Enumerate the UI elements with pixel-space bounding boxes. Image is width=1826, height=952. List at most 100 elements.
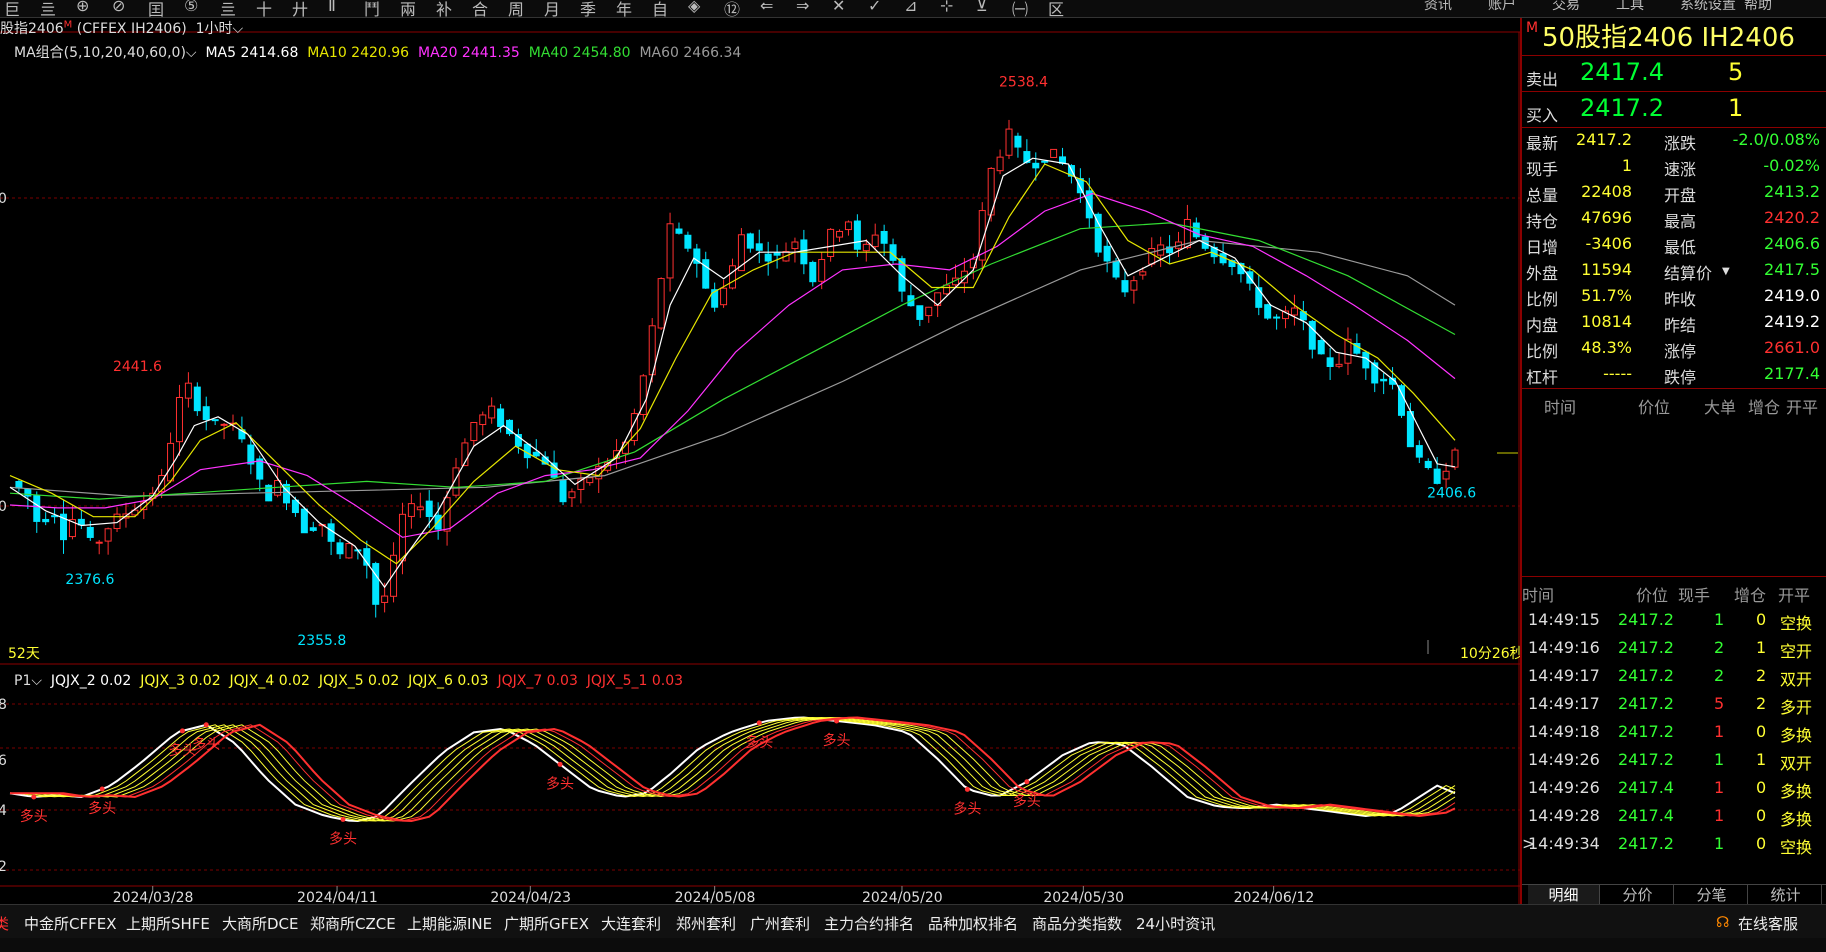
chart-area[interactable]: 0 0 8 6 4 2 2538.4 2441.6 2376.6 2355.8 2406.6 多头 多头… [0,18,1524,904]
toolbar: 巨 亖 ⊕ ⊘ 囯 ⑤ 亖 十 廾 Ⅱ 鬥 兩 补 合 周 月 季 年 自 ◈ ⑫ ⇐ ⇒ ✕ ✓ ⊿ ⊹ ⊻ ㈠ 区 资讯 账户 交易 工具 系统… [0,0,1826,18]
toolbar-icon[interactable]: 年 [616,0,632,17]
toolbar-icon[interactable]: ⊿ [904,0,917,15]
quote-label: 开盘 [1664,186,1697,205]
quote-label: 内盘 [1526,316,1559,335]
exchange-code: (CFFEX IH2406) [76,21,187,37]
exchange-tab[interactable]: 大商所DCE [222,913,299,934]
ask-row[interactable]: 卖出 2417.4 5 [1522,56,1826,92]
panel-tab[interactable]: 分价 [1602,885,1674,905]
toolbar-icon[interactable]: 合 [472,0,488,17]
candle-up [925,306,933,317]
exchange-tab[interactable]: 郑商所CZCE [310,913,396,934]
toolbar-menu-item[interactable]: 账户 [1488,0,1516,14]
toolbar-icon[interactable]: 周 [508,0,524,17]
tick-oi: 2 [1756,694,1767,713]
tick-time: 14:49:16 [1528,638,1600,657]
candle-down [1014,135,1022,148]
toolbar-icon[interactable]: 补 [436,0,452,17]
bid-qty: 1 [1728,94,1744,122]
toolbar-menu-item[interactable]: 资讯 [1424,0,1452,14]
toolbar-icon[interactable]: 廾 [292,0,308,17]
tick-volume: 2 [1714,666,1725,685]
toolbar-icon[interactable]: ⑤ [184,0,198,15]
toolbar-icon[interactable]: 巨 [4,0,20,17]
exchange-tab[interactable]: 大连套利 [601,913,661,934]
candle-up [345,543,353,559]
toolbar-icon[interactable]: ⑫ [724,0,740,17]
exchange-tab[interactable]: 上期所SHFE [126,913,210,934]
kline-chart[interactable]: 0086422538.42441.62376.62355.82406.6多头 多头… [0,18,1520,904]
tick-time: 14:49:34 [1528,834,1600,853]
toolbar-icon[interactable]: 十 [256,0,272,17]
ma-group-selector[interactable]: MA组合(5,10,20,40,60,0)⌵ [14,45,197,61]
chevron-down-icon[interactable]: ▼ [1722,266,1730,277]
toolbar-icon[interactable]: ✓ [868,0,881,15]
bid-row[interactable]: 买入 2417.2 1 [1522,92,1826,128]
indicator-axis-label: 2 [0,859,7,875]
quote-label: 速涨 [1664,160,1697,179]
contract-name[interactable]: 股指2406M (CFFEX IH2406) 1小时⌵ [0,18,243,38]
toolbar-icon[interactable]: ⇒ [796,0,809,15]
exchange-tab[interactable]: 广期所GFEX [504,913,589,934]
chevron-down-icon[interactable]: ⌵ [233,21,244,37]
tick-row[interactable]: 14:49:26 2417.2 1 1 双开 [1522,750,1826,778]
tick-row[interactable]: 14:49:15 2417.2 1 0 空换 [1522,610,1826,638]
toolbar-menu-item[interactable]: 系统设置 [1680,0,1736,14]
tick-row[interactable]: 14:49:18 2417.2 1 0 多换 [1522,722,1826,750]
panel-tab[interactable]: 分笔 [1676,885,1748,905]
category-tab[interactable]: 类 [0,913,9,934]
signal-label: 多头 [20,808,48,825]
toolbar-icon[interactable]: ⊕ [76,0,89,15]
toolbar-icon[interactable]: 囯 [148,0,164,17]
panel-tab[interactable]: 明细 [1528,885,1600,905]
toolbar-icon[interactable]: ⊘ [112,0,125,15]
tick-row[interactable]: 14:49:26 2417.4 1 0 多换 [1522,778,1826,806]
toolbar-icon[interactable]: ⊻ [976,0,988,15]
quote-label: 最高 [1664,212,1697,231]
exchange-tab[interactable]: 广州套利 [750,913,810,934]
exchange-tab[interactable]: 中金所CFFEX [24,913,116,934]
toolbar-icon[interactable]: 鬥 [364,0,380,17]
toolbar-icon[interactable]: ⇐ [760,0,773,15]
quote-label[interactable]: 结算价 [1664,260,1712,284]
toolbar-icon[interactable]: 兩 [400,0,416,17]
tick-row[interactable]: 14:49:28 2417.4 1 0 多换 [1522,806,1826,834]
toolbar-icon[interactable]: 亖 [40,0,56,17]
exchange-tab[interactable]: 24小时资讯 [1136,913,1215,934]
toolbar-icon[interactable]: 亖 [220,0,236,17]
panel-tab[interactable]: 统计 [1750,885,1822,905]
candle-down [42,518,50,523]
toolbar-icon[interactable]: ㈠ [1012,0,1028,17]
indicator-selector[interactable]: P1⌵ [14,673,42,689]
toolbar-icon[interactable]: 自 [652,0,668,17]
toolbar-icon[interactable]: 月 [544,0,560,17]
exchange-tab[interactable]: 郑州套利 [676,913,736,934]
signal-dot [834,718,840,724]
toolbar-icon[interactable]: ✕ [832,0,845,15]
tick-oi: 0 [1756,778,1767,797]
tick-row[interactable]: 14:49:17 2417.2 5 2 多开 [1522,694,1826,722]
headset-icon[interactable]: ☊ [1716,913,1729,931]
online-service-link[interactable]: 在线客服 [1738,913,1798,934]
toolbar-icon[interactable]: 区 [1048,0,1064,17]
toolbar-icon[interactable]: Ⅱ [328,0,336,15]
candle-down [523,443,531,459]
tick-row[interactable]: 14:49:34 2417.2 1 0 空换 [1522,834,1826,862]
exchange-tab[interactable]: 上期能源INE [407,913,492,934]
tick-row[interactable]: 14:49:17 2417.2 2 2 双开 [1522,666,1826,694]
toolbar-menu-item[interactable]: 帮助 [1744,0,1772,14]
toolbar-icon[interactable]: ◈ [688,0,700,15]
quote-value: 1 [1621,156,1632,175]
exchange-tab[interactable]: 主力合约排名 [824,913,914,934]
candle-up [1290,307,1298,316]
exchange-tab[interactable]: 品种加权排名 [928,913,1018,934]
toolbar-icon[interactable]: 季 [580,0,596,17]
toolbar-menu-item[interactable]: 工具 [1616,0,1644,14]
toolbar-icon[interactable]: ⊹ [940,0,953,15]
quote-label: 持仓 [1526,212,1559,231]
tick-row[interactable]: 14:49:16 2417.2 2 1 空开 [1522,638,1826,666]
exchange-tab[interactable]: 商品分类指数 [1032,913,1122,934]
period-selector[interactable]: 1小时 [196,21,233,37]
toolbar-menu-item[interactable]: 交易 [1552,0,1580,14]
ask-qty: 5 [1728,58,1744,86]
